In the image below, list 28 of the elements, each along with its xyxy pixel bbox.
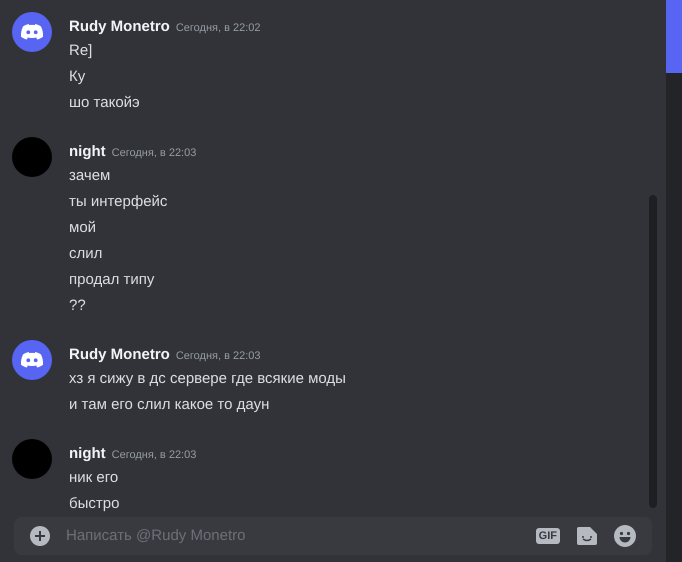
gif-button[interactable]: GIF <box>536 528 560 544</box>
author-name[interactable]: night <box>69 443 106 466</box>
message-text: хз я сижу в дс сервере где всякие моды <box>69 368 346 389</box>
timestamp: Сегодня, в 22:03 <box>112 448 196 463</box>
message-text: продал типу <box>69 270 154 290</box>
message-text: мой <box>69 218 96 238</box>
plus-icon[interactable] <box>30 526 50 546</box>
timestamp: Сегодня, в 22:02 <box>176 21 261 36</box>
timestamp: Сегодня, в 22:03 <box>112 146 196 161</box>
avatar-icon[interactable] <box>12 12 52 52</box>
message-text: ?? <box>69 296 86 316</box>
author-name[interactable]: Rudy Monetro <box>69 344 170 366</box>
avatar-icon[interactable] <box>12 340 52 380</box>
message-text: ник его <box>69 468 118 488</box>
message-text: Ку <box>69 66 86 87</box>
author-name[interactable]: night <box>69 141 106 164</box>
message-text: ты интерфейс <box>69 192 168 212</box>
message-text: Re] <box>69 40 92 61</box>
message-text: и там его слил какое то даун <box>69 394 270 415</box>
sticker-icon[interactable] <box>576 526 598 546</box>
message-text: шо такойэ <box>69 92 140 113</box>
author-name[interactable]: Rudy Monetro <box>69 16 170 38</box>
emoji-icon[interactable] <box>614 525 636 547</box>
message-text: быстро <box>69 494 120 514</box>
message-input[interactable]: Написать @Rudy Monetro GIF <box>14 517 652 555</box>
message-text: зачем <box>69 166 110 186</box>
message-text: слил <box>69 244 102 264</box>
timestamp: Сегодня, в 22:03 <box>176 349 261 364</box>
